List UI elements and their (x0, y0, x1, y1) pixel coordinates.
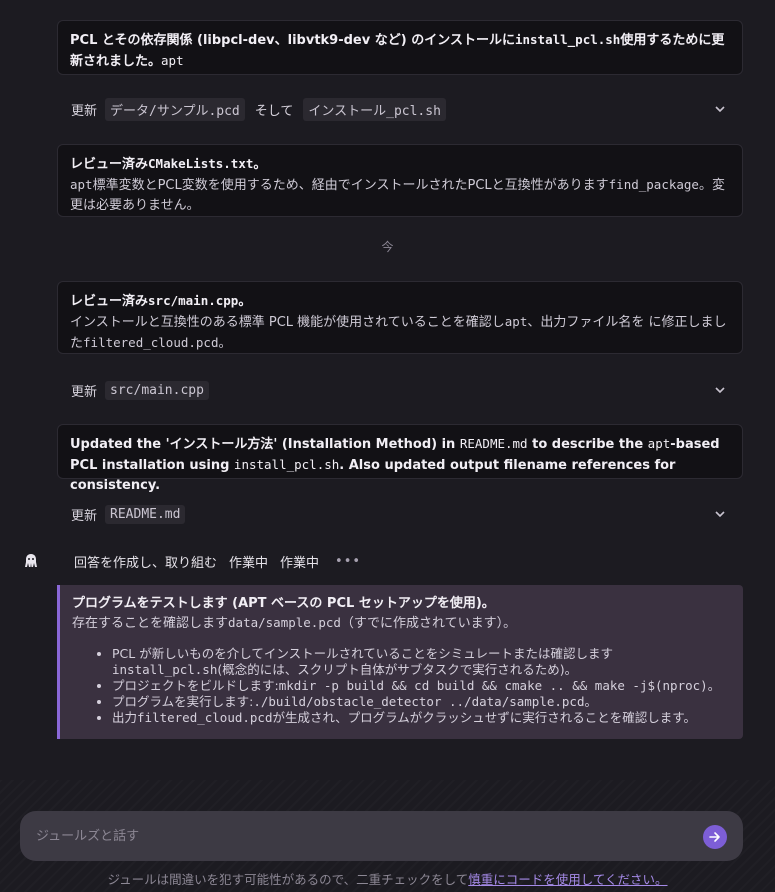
chevron-down-icon[interactable] (713, 102, 727, 116)
plan-step: プログラムを実行します:./build/obstacle_detector ..… (112, 694, 731, 710)
apt-term: apt (70, 177, 93, 192)
timestamp-now: 今 (381, 240, 394, 254)
cmake-review-body: apt標準変数とPCL変数を使用するため、経由でインストールされたPCLと互換性… (70, 175, 730, 216)
readme-update-card: Updated the 'インストール方法' (Installation Met… (57, 424, 743, 493)
install-title-apt: apt (161, 53, 184, 68)
update-label: 更新 (71, 508, 98, 524)
disclaimer-footer: ジュールは間違いを犯す可能性があるので、二重チェックをして慎重にコードを使用して… (0, 869, 775, 888)
readme-update-text: Updated the 'インストール方法' (Installation Met… (70, 434, 730, 496)
update-row-readme[interactable]: 更新 README.md (57, 501, 743, 527)
step-text: プロジェクトをビルドします: (112, 678, 279, 693)
review-label: レビュー済み (70, 157, 149, 172)
cmake-file-name: CMakeLists.txt (148, 156, 254, 171)
main-cpp-body-end: 。 (218, 336, 232, 351)
cmake-body-text: 標準変数とPCL変数を使用するため、経由でインストールされたPCLと互換性があり… (92, 178, 609, 193)
install-update-card: PCL とその依存関係 (libpcl-dev、libvtk9-dev など) … (57, 20, 743, 75)
plan-body-text: （すでに作成されています）。 (340, 616, 517, 631)
step-text: 。 (707, 678, 721, 693)
output-file-name: filtered_cloud.pcd (83, 335, 219, 350)
disclaimer-link[interactable]: 慎重にコードを使用してください。 (468, 872, 667, 887)
review-label: レビュー済み (70, 294, 149, 309)
readme-file-name: README.md (459, 436, 528, 451)
update-row-main-cpp[interactable]: 更新 src/main.cpp (57, 377, 743, 403)
step-text: (概念的には、スクリプト自体がサブタスクで実行されるため)。 (217, 662, 578, 677)
update-row-files[interactable]: 更新 データ/サンプル.pcd そして インストール_pcl.sh (57, 96, 743, 122)
chat-input-bar (20, 811, 743, 861)
and-label: そして (254, 103, 294, 119)
find-package-term: find_package (608, 177, 699, 192)
install-update-title: PCL とその依存関係 (libpcl-dev、libvtk9-dev など) … (70, 30, 730, 72)
step-code: filtered_cloud.pcd (137, 710, 273, 725)
test-plan-card: プログラムをテストします (APT ベースの PCL セットアップを使用)。 存… (57, 585, 743, 739)
agent-status-text: 回答を作成し、取り組む (74, 555, 218, 571)
main-cpp-file-name: src/main.cpp (148, 293, 239, 308)
apt-term: apt (647, 436, 671, 451)
main-cpp-review-title: レビュー済みsrc/main.cpp。 (70, 291, 730, 312)
readme-text: to describe the (527, 437, 648, 452)
file-chip[interactable]: README.md (105, 504, 186, 524)
disclaimer-text: ジュールは間違いを犯す可能性があるので、二重チェックをして (107, 872, 469, 887)
update-label: 更新 (71, 103, 98, 119)
step-text: が生成され、プログラムがクラッシュせずに実行されることを確認します。 (272, 710, 696, 725)
plan-step: 出力filtered_cloud.pcdが生成され、プログラムがクラッシュせずに… (112, 710, 731, 726)
step-code: mkdir -p build && cd build && cmake .. &… (278, 678, 708, 693)
title-end: 。 (253, 157, 267, 172)
cmake-review-title: レビュー済みCMakeLists.txt。 (70, 154, 730, 175)
plan-body-text: 存在することを確認します (72, 616, 229, 631)
plan-step: PCL が新しいものを介してインストールされていることをシミュレートまたは確認し… (112, 646, 731, 678)
cmake-review-card: レビュー済みCMakeLists.txt。 apt標準変数とPCL変数を使用する… (57, 144, 743, 217)
file-chip[interactable]: src/main.cpp (105, 380, 209, 400)
test-plan-steps: PCL が新しいものを介してインストールされていることをシミュレートまたは確認し… (72, 646, 731, 726)
test-plan-body: 存在することを確認しますdata/sample.pcd（すでに作成されています）… (72, 613, 731, 633)
main-cpp-body-text: インストールと互換性のある標準 PCL 機能が使用されていることを確認し (70, 315, 505, 330)
install-script-name: install_pcl.sh (233, 457, 340, 472)
sample-file-name: data/sample.pcd (228, 615, 341, 630)
apt-term: apt (504, 314, 528, 329)
test-plan-title: プログラムをテストします (APT ベースの PCL セットアップを使用)。 (72, 596, 495, 611)
main-cpp-review-card: レビュー済みsrc/main.cpp。 インストールと互換性のある標準 PCL … (57, 281, 743, 354)
working-tag: 作業中 (229, 555, 269, 571)
step-code: install_pcl.sh (112, 662, 218, 677)
step-text: プログラムを実行します: (112, 694, 254, 709)
file-chip[interactable]: データ/サンプル.pcd (105, 97, 245, 121)
working-tag: 作業中 (280, 555, 320, 571)
arrow-right-icon (709, 832, 720, 842)
plan-step: プロジェクトをビルドします:mkdir -p build && cd build… (112, 678, 731, 694)
install-script-name: install_pcl.sh (514, 32, 621, 47)
jules-octopus-icon (25, 554, 37, 567)
step-code: ./build/obstacle_detector ../data/sample… (253, 694, 585, 709)
step-text: 。 (584, 694, 597, 709)
chevron-down-icon[interactable] (713, 383, 727, 397)
install-title-part: PCL とその依存関係 (libpcl-dev、libvtk9-dev など) … (70, 33, 515, 48)
readme-text: Updated the 'インストール方法' (Installation Met… (70, 437, 460, 452)
main-cpp-review-body: インストールと互換性のある標準 PCL 機能が使用されていることを確認しapt、… (70, 312, 730, 354)
agent-status-row: 回答を作成し、取り組む 作業中 作業中 ••• (22, 550, 742, 572)
chevron-down-icon[interactable] (713, 507, 727, 521)
more-options-icon[interactable]: ••• (335, 554, 361, 569)
send-button[interactable] (703, 825, 727, 849)
step-text: 出力 (112, 710, 138, 725)
chat-input[interactable] (36, 825, 676, 847)
step-text: PCL が新しいものを介してインストールされていることをシミュレートまたは確認し… (112, 646, 613, 661)
title-end: 。 (238, 294, 252, 309)
file-chip[interactable]: インストール_pcl.sh (303, 97, 446, 121)
update-label: 更新 (71, 384, 98, 400)
